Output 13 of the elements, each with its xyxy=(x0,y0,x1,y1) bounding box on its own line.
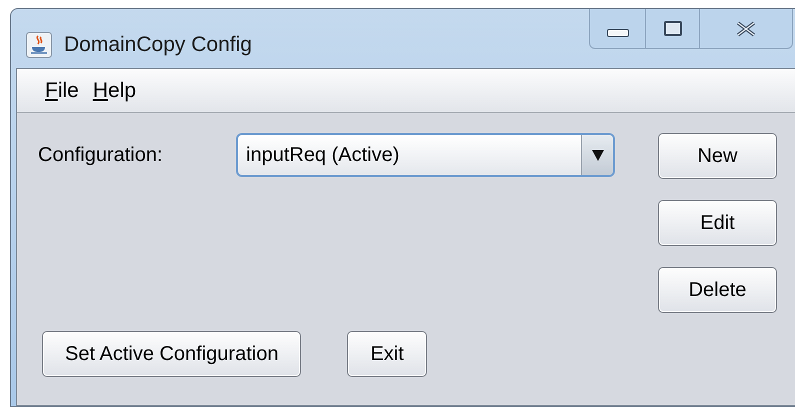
action-button[interactable]: Edit xyxy=(658,200,777,246)
menu-item[interactable]: File xyxy=(45,74,79,106)
field-label: Configuration: xyxy=(38,143,164,168)
dialog-button[interactable]: Set Active Configuration xyxy=(42,331,302,377)
dialog-button[interactable]: Exit xyxy=(347,331,427,377)
action-button[interactable]: Delete xyxy=(658,267,777,313)
dropdown-arrow-icon xyxy=(592,150,604,160)
close-icon xyxy=(735,20,757,36)
configuration-dropdown[interactable]: inputReq (Active) xyxy=(236,133,615,177)
coffee-cup-icon xyxy=(26,32,52,58)
menu-item[interactable]: Help xyxy=(92,74,136,106)
action-button[interactable]: New xyxy=(658,133,777,179)
window-title: DomainCopy Config xyxy=(64,32,252,58)
